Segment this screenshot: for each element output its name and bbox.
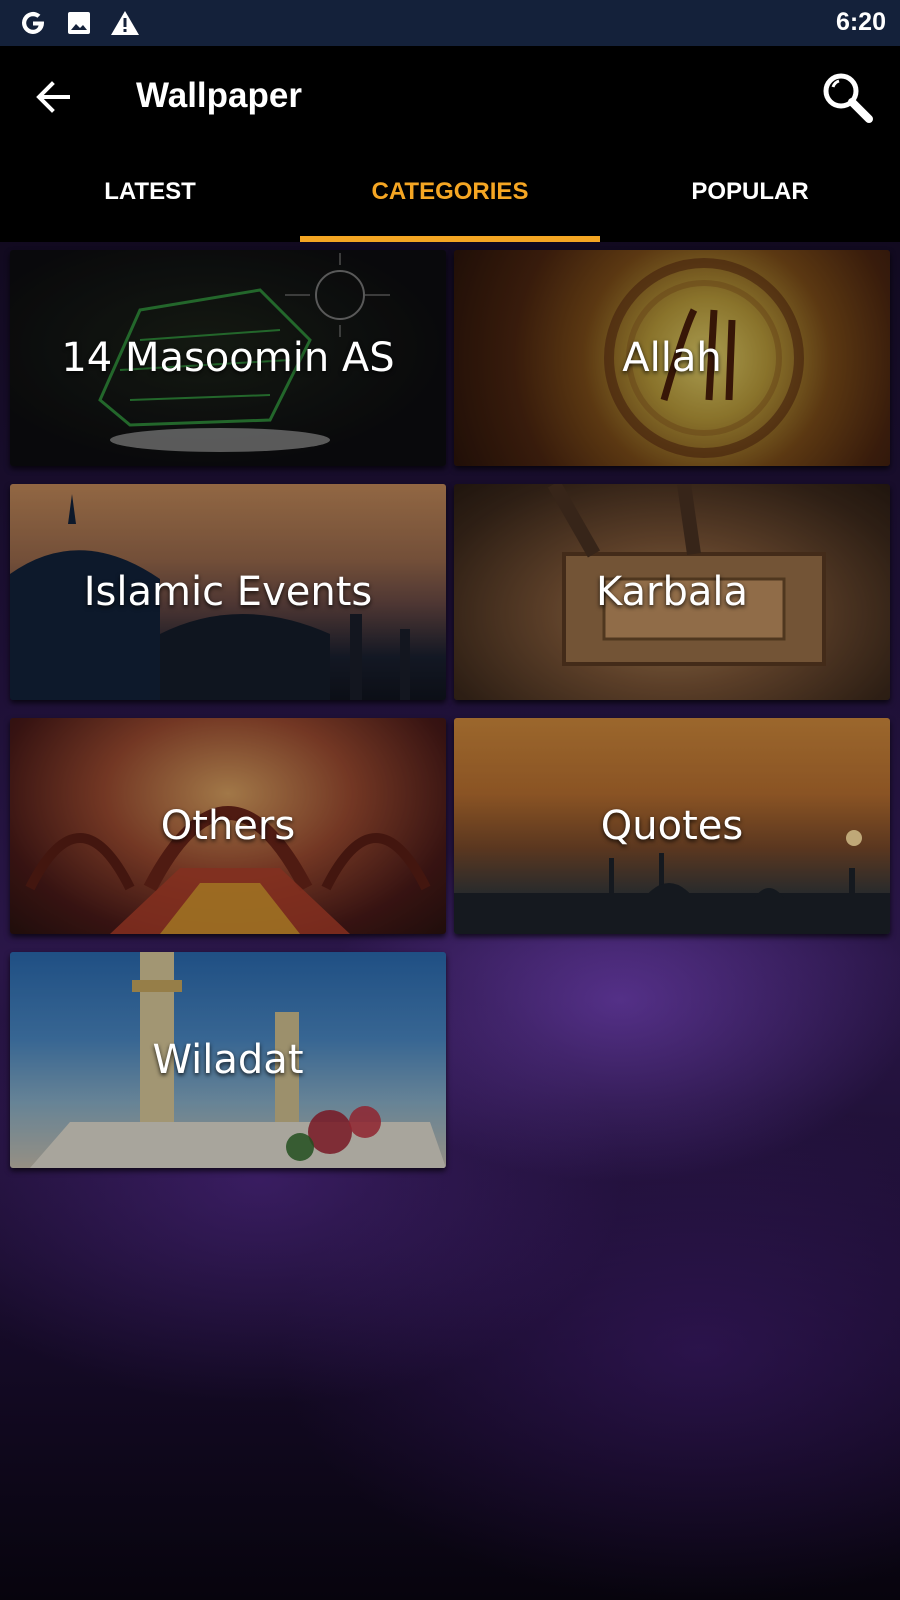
category-label: Others [160,803,296,849]
status-icons [18,8,140,38]
category-label: Allah [622,335,722,381]
warning-icon [110,8,140,38]
tab-popular[interactable]: POPULAR [600,150,900,242]
category-card-islamic-events[interactable]: Islamic Events [10,484,446,700]
category-label: Wiladat [152,1037,304,1083]
arrow-left-icon [36,81,70,113]
back-button[interactable] [30,74,76,120]
page-title: Wallpaper [136,76,302,115]
category-label: Quotes [600,803,744,849]
status-bar: 6:20 [0,0,900,46]
category-card-quotes[interactable]: Quotes [454,718,890,934]
category-card-14-masoomin[interactable]: 14 Masoomin AS [10,250,446,466]
tab-categories[interactable]: CATEGORIES [300,150,600,242]
search-icon [823,73,873,123]
image-icon [64,8,94,38]
app-bar: Wallpaper [0,46,900,150]
google-icon [18,8,48,38]
category-card-karbala[interactable]: Karbala [454,484,890,700]
category-label: Karbala [595,569,748,615]
status-time: 6:20 [835,8,886,36]
tab-bar: LATEST CATEGORIES POPULAR [0,150,900,242]
tab-latest[interactable]: LATEST [0,150,300,242]
category-label: 14 Masoomin AS [61,335,395,381]
category-card-others[interactable]: Others [10,718,446,934]
category-label: Islamic Events [83,569,373,615]
category-card-wiladat[interactable]: Wiladat [10,952,446,1168]
category-card-allah[interactable]: Allah [454,250,890,466]
search-button[interactable] [818,68,876,126]
